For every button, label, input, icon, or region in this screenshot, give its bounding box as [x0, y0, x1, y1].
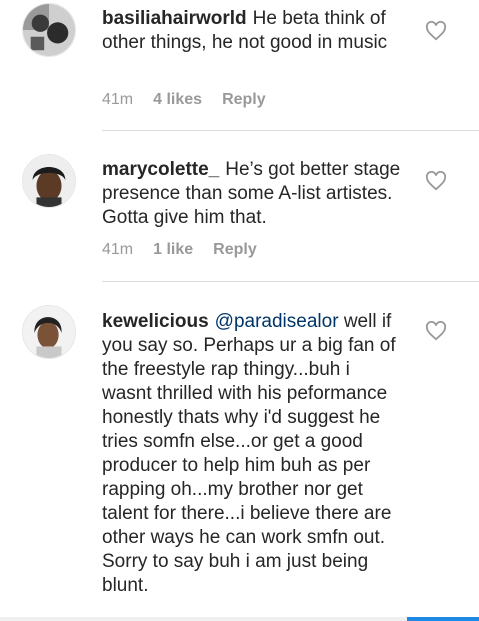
likes-count[interactable]: 4 likes: [153, 91, 202, 108]
heart-outline-icon[interactable]: [425, 21, 447, 41]
avatar[interactable]: [22, 305, 76, 359]
avatar[interactable]: [22, 154, 76, 208]
likes-count[interactable]: 1 like: [153, 241, 193, 258]
comment-body: well if you say so. Perhaps ur a big fan…: [102, 311, 396, 596]
heart-outline-icon[interactable]: [425, 171, 447, 191]
avatar[interactable]: [22, 3, 76, 57]
comment-meta: 41m 4 likes Reply: [102, 90, 286, 110]
heart-outline-icon[interactable]: [425, 321, 447, 341]
timestamp: 41m: [102, 91, 134, 108]
divider: [102, 130, 479, 131]
reply-button[interactable]: Reply: [213, 241, 257, 258]
timestamp: 41m: [102, 241, 134, 258]
comment-text: marycolette_ He’s got better stage presen…: [102, 158, 404, 230]
reply-button[interactable]: Reply: [222, 91, 266, 108]
username[interactable]: marycolette_: [102, 159, 219, 180]
username[interactable]: basiliahairworld: [102, 8, 247, 29]
comment-text: kewelicious @paradisealor well if you say…: [102, 310, 404, 598]
username[interactable]: kewelicious: [102, 311, 209, 332]
bottom-bar-accent: [407, 617, 479, 621]
divider: [102, 281, 479, 282]
comment-text: basiliahairworld He beta think of other t…: [102, 7, 404, 55]
mention-link[interactable]: @paradisealor: [215, 311, 339, 332]
bottom-bar: [0, 617, 479, 621]
comment-meta: 41m 1 like Reply: [102, 240, 277, 260]
